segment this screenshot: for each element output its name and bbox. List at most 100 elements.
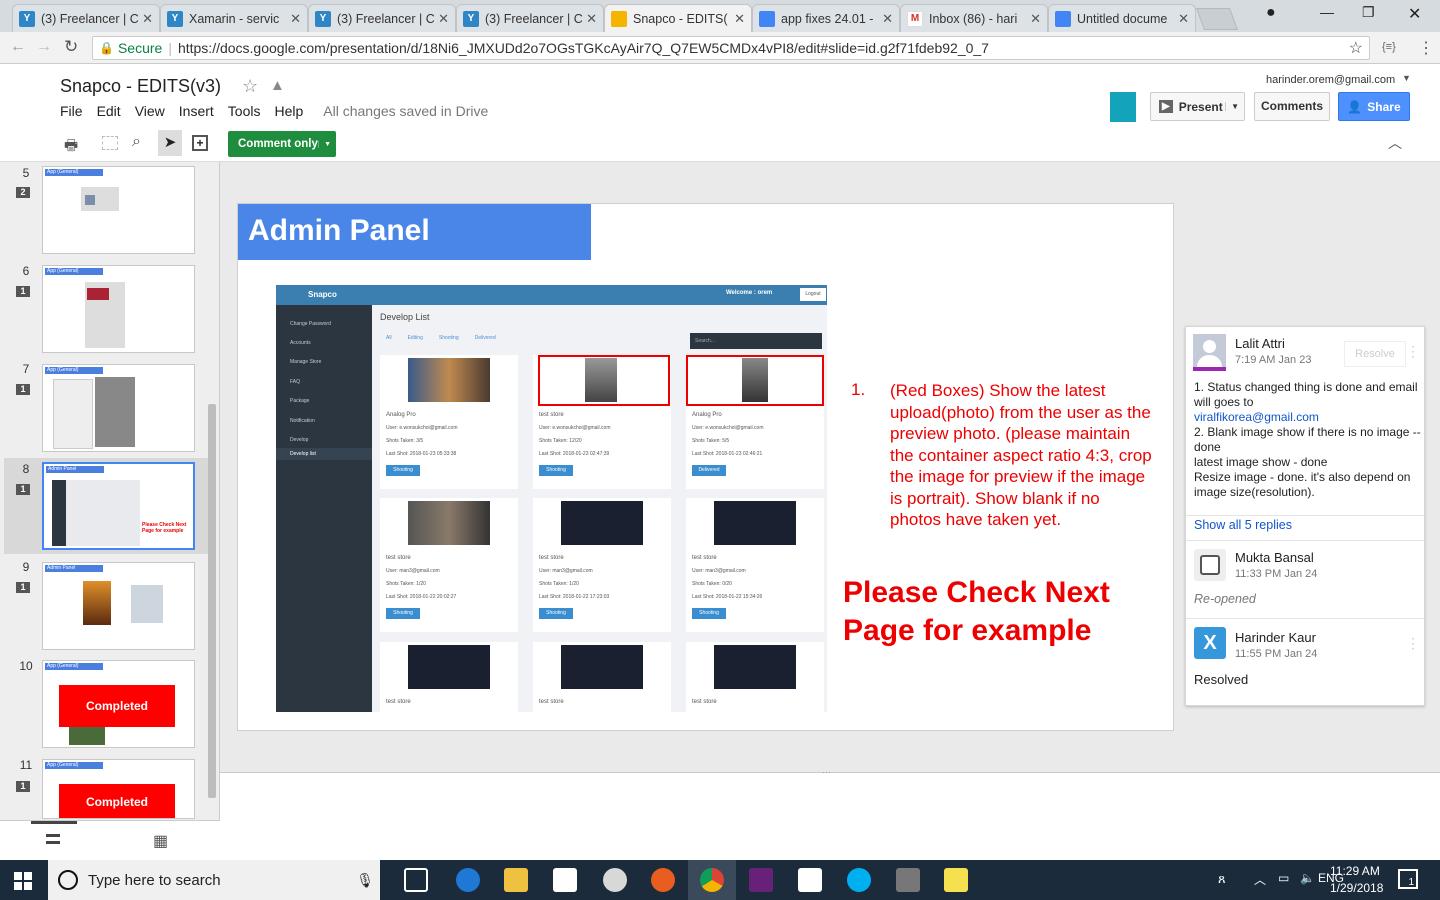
save-status[interactable]: All changes saved in Drive	[323, 103, 488, 119]
menu-file[interactable]: File	[60, 103, 83, 119]
store-icon[interactable]	[553, 868, 577, 892]
browser-tab[interactable]: Y (3) Freelancer | C ✕	[456, 4, 604, 32]
close-tab-icon[interactable]: ✕	[1178, 11, 1189, 27]
network-icon[interactable]: ▭	[1278, 871, 1289, 885]
minimize-icon[interactable]: —	[1320, 4, 1334, 20]
comment-only-button[interactable]: Comment only ▼	[228, 131, 336, 157]
volume-icon[interactable]: 🔈	[1300, 871, 1315, 885]
task-view-icon[interactable]	[404, 868, 428, 892]
file-explorer-icon[interactable]	[504, 868, 528, 892]
slide-thumbnail[interactable]: App (General)	[42, 166, 195, 254]
extension-icon[interactable]: {≡}	[1382, 41, 1396, 53]
close-tab-icon[interactable]: ✕	[142, 11, 153, 27]
tools-icon[interactable]	[896, 868, 920, 892]
menu-edit[interactable]: Edit	[97, 103, 121, 119]
back-icon[interactable]: ←	[10, 38, 26, 56]
collapse-icon[interactable]: ︿	[1388, 133, 1402, 153]
close-tab-icon[interactable]: ✕	[1030, 11, 1041, 27]
taskbar-search[interactable]: Type here to search 🎙	[48, 860, 380, 900]
doc-title[interactable]: Snapco - EDITS(v3)	[60, 76, 221, 97]
show-replies-link[interactable]: Show all 5 replies	[1194, 518, 1292, 532]
slide-callout[interactable]: Please Check Next Page for example	[843, 574, 1153, 650]
close-tab-icon[interactable]: ✕	[438, 11, 449, 27]
chrome-icon[interactable]	[700, 868, 724, 892]
people-icon[interactable]: ጸ	[1218, 871, 1226, 887]
move-folder-icon[interactable]: ▲	[270, 77, 285, 94]
comments-button[interactable]: Comments	[1254, 92, 1330, 121]
browser-tab-active[interactable]: Snapco - EDITS(✕	[604, 4, 752, 32]
account-email[interactable]: harinder.orem@gmail.com	[1266, 74, 1395, 86]
filmstrip-view-icon[interactable]	[46, 834, 60, 844]
new-tab-button[interactable]	[1195, 8, 1239, 30]
share-button[interactable]: 👤 Share	[1338, 92, 1410, 121]
star-icon[interactable]: ☆	[242, 76, 258, 97]
comment-thread[interactable]: Lalit Attri 7:19 AM Jan 23 Resolve ⋮ 1. …	[1185, 326, 1425, 706]
slide-thumbnail[interactable]: Admin Panel	[42, 562, 195, 650]
menu-tools[interactable]: Tools	[228, 103, 261, 119]
browser-tab[interactable]: M Inbox (86) - hari ✕	[900, 4, 1048, 32]
browser-tab[interactable]: Y Xamarin - servic ✕	[160, 4, 308, 32]
edge-icon[interactable]	[456, 868, 480, 892]
action-center-icon[interactable]: 1	[1398, 869, 1418, 889]
zoom-icon[interactable]: ⌕	[132, 133, 141, 151]
mock-card-image	[408, 645, 490, 689]
slide-thumbnail[interactable]: App (General) Completed	[42, 759, 195, 819]
grid-view-icon[interactable]: ▦	[153, 831, 168, 851]
browser-tab[interactable]: Untitled docume ✕	[1048, 4, 1196, 32]
mock-sidebar-item: Package	[290, 398, 310, 404]
profile-icon[interactable]: ●	[1266, 4, 1276, 22]
chrome-menu-icon[interactable]: ⋮	[1418, 38, 1434, 58]
forward-icon[interactable]: →	[36, 38, 52, 56]
more-options-icon[interactable]: ⋮	[1406, 343, 1420, 360]
browser-tab[interactable]: app fixes 24.01 - ✕	[752, 4, 900, 32]
slide-title[interactable]: Admin Panel	[238, 204, 591, 260]
paint-icon[interactable]	[603, 868, 627, 892]
divider	[1186, 515, 1424, 516]
slide-thumbnail-selected[interactable]: Admin Panel Please Check Next Page for e…	[42, 462, 195, 550]
sketch-app-icon[interactable]	[651, 868, 675, 892]
present-button[interactable]: ▶ Present ▼	[1150, 92, 1245, 121]
menu-insert[interactable]: Insert	[179, 103, 214, 119]
close-tab-icon[interactable]: ✕	[586, 11, 597, 27]
mock-user: User: e.wonsukchoi@gmail.com	[539, 425, 611, 431]
reload-icon[interactable]: ↻	[64, 37, 78, 57]
bookmark-star-icon[interactable]: ☆	[1349, 38, 1363, 58]
slide-thumbnail[interactable]: App (General)	[42, 364, 195, 452]
account-dropdown-icon[interactable]: ▼	[1402, 73, 1411, 83]
close-tab-icon[interactable]: ✕	[290, 11, 301, 27]
slide-note-text[interactable]: (Red Boxes) Show the latest upload(photo…	[890, 380, 1152, 531]
close-tab-icon[interactable]: ✕	[734, 11, 745, 27]
notes-resize-handle[interactable]: ···	[822, 767, 831, 777]
comment-email-link[interactable]: viralfikorea@gmail.com	[1194, 410, 1422, 425]
browser-tab[interactable]: Y (3) Freelancer | C ✕	[308, 4, 456, 32]
mail-icon[interactable]	[798, 868, 822, 892]
reply-author: Harinder Kaur	[1235, 630, 1316, 645]
print-icon[interactable]: 🖶	[64, 135, 78, 160]
resolve-button[interactable]: Resolve	[1344, 341, 1406, 367]
more-options-icon[interactable]: ⋮	[1406, 635, 1420, 652]
visual-studio-icon[interactable]	[749, 868, 773, 892]
slide-thumbnail[interactable]: App (General) Completed	[42, 660, 195, 748]
close-window-icon[interactable]: ✕	[1408, 4, 1421, 24]
select-cursor-icon[interactable]: ➤	[158, 130, 182, 156]
url-bar[interactable]: 🔒 Secure | https://docs.google.com/prese…	[92, 36, 1370, 60]
sticky-notes-icon[interactable]	[944, 868, 968, 892]
slide-thumbnail[interactable]: App (General)	[42, 265, 195, 353]
tray-chevron-icon[interactable]: ︿	[1254, 871, 1266, 888]
menu-help[interactable]: Help	[274, 103, 303, 119]
skype-icon[interactable]	[847, 868, 871, 892]
clock-date[interactable]: 1/29/2018	[1330, 881, 1383, 895]
restore-icon[interactable]: ❐	[1362, 4, 1375, 21]
windows-start-icon[interactable]	[14, 872, 32, 890]
clock-time[interactable]: 11:29 AM	[1330, 864, 1380, 878]
microphone-icon[interactable]: 🎙	[356, 872, 374, 889]
menu-view[interactable]: View	[135, 103, 165, 119]
fit-icon[interactable]	[102, 136, 118, 150]
close-tab-icon[interactable]: ✕	[882, 11, 893, 27]
addon-icon[interactable]	[1110, 92, 1136, 122]
speaker-notes[interactable]: ···	[220, 767, 1440, 860]
present-dropdown-icon[interactable]: ▼	[1225, 102, 1244, 111]
add-comment-icon[interactable]: +	[192, 135, 208, 151]
browser-tab[interactable]: Y (3) Freelancer | C ✕	[12, 4, 160, 32]
filmstrip-scrollbar[interactable]	[208, 404, 216, 798]
